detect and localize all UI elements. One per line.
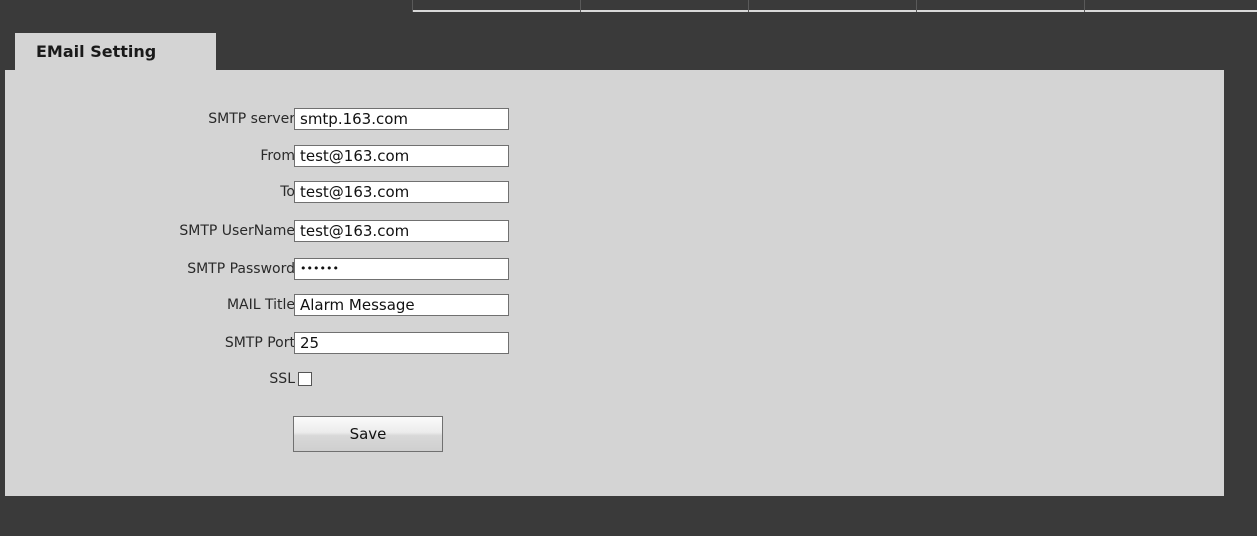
top-nav-separator [916, 0, 917, 12]
smtp-server-row: SMTP server smtp.163.com [5, 108, 525, 132]
smtp-password-row: SMTP Password •••••• [5, 258, 525, 282]
from-input[interactable]: test@163.com [294, 145, 509, 167]
smtp-password-label: SMTP Password [187, 261, 295, 277]
smtp-port-input[interactable]: 25 [294, 332, 509, 354]
mail-title-input[interactable]: Alarm Message [294, 294, 509, 316]
from-row: From test@163.com [5, 145, 525, 169]
top-nav-divider [412, 10, 1257, 12]
smtp-username-label: SMTP UserName [179, 223, 295, 239]
smtp-server-label: SMTP server [208, 111, 295, 127]
mail-title-label: MAIL Title [226, 297, 295, 313]
smtp-port-row: SMTP Port 25 [5, 332, 525, 356]
from-label: From [260, 148, 295, 164]
top-nav-separator [580, 0, 581, 12]
top-nav-separator [1084, 0, 1085, 12]
tab-label: EMail Setting [36, 42, 157, 61]
ssl-row: SSL [5, 368, 525, 392]
to-input[interactable]: test@163.com [294, 181, 509, 203]
top-nav-separator [748, 0, 749, 12]
to-row: To test@163.com [5, 181, 525, 205]
mail-title-row: MAIL Title Alarm Message [5, 294, 525, 318]
email-settings-panel: SMTP server smtp.163.com From test@163.c… [5, 70, 1224, 496]
smtp-password-input[interactable]: •••••• [294, 258, 509, 280]
smtp-username-input[interactable]: test@163.com [294, 220, 509, 242]
top-nav-separator [412, 0, 413, 12]
smtp-server-input[interactable]: smtp.163.com [294, 108, 509, 130]
smtp-port-label: SMTP Port [224, 335, 295, 351]
ssl-label: SSL [269, 371, 295, 387]
tab-email-setting[interactable]: EMail Setting [15, 33, 216, 70]
top-strip [0, 0, 1257, 12]
ssl-checkbox[interactable] [298, 372, 312, 386]
to-label: To [280, 184, 295, 200]
save-button[interactable]: Save [293, 416, 443, 452]
smtp-username-row: SMTP UserName test@163.com [5, 220, 525, 244]
